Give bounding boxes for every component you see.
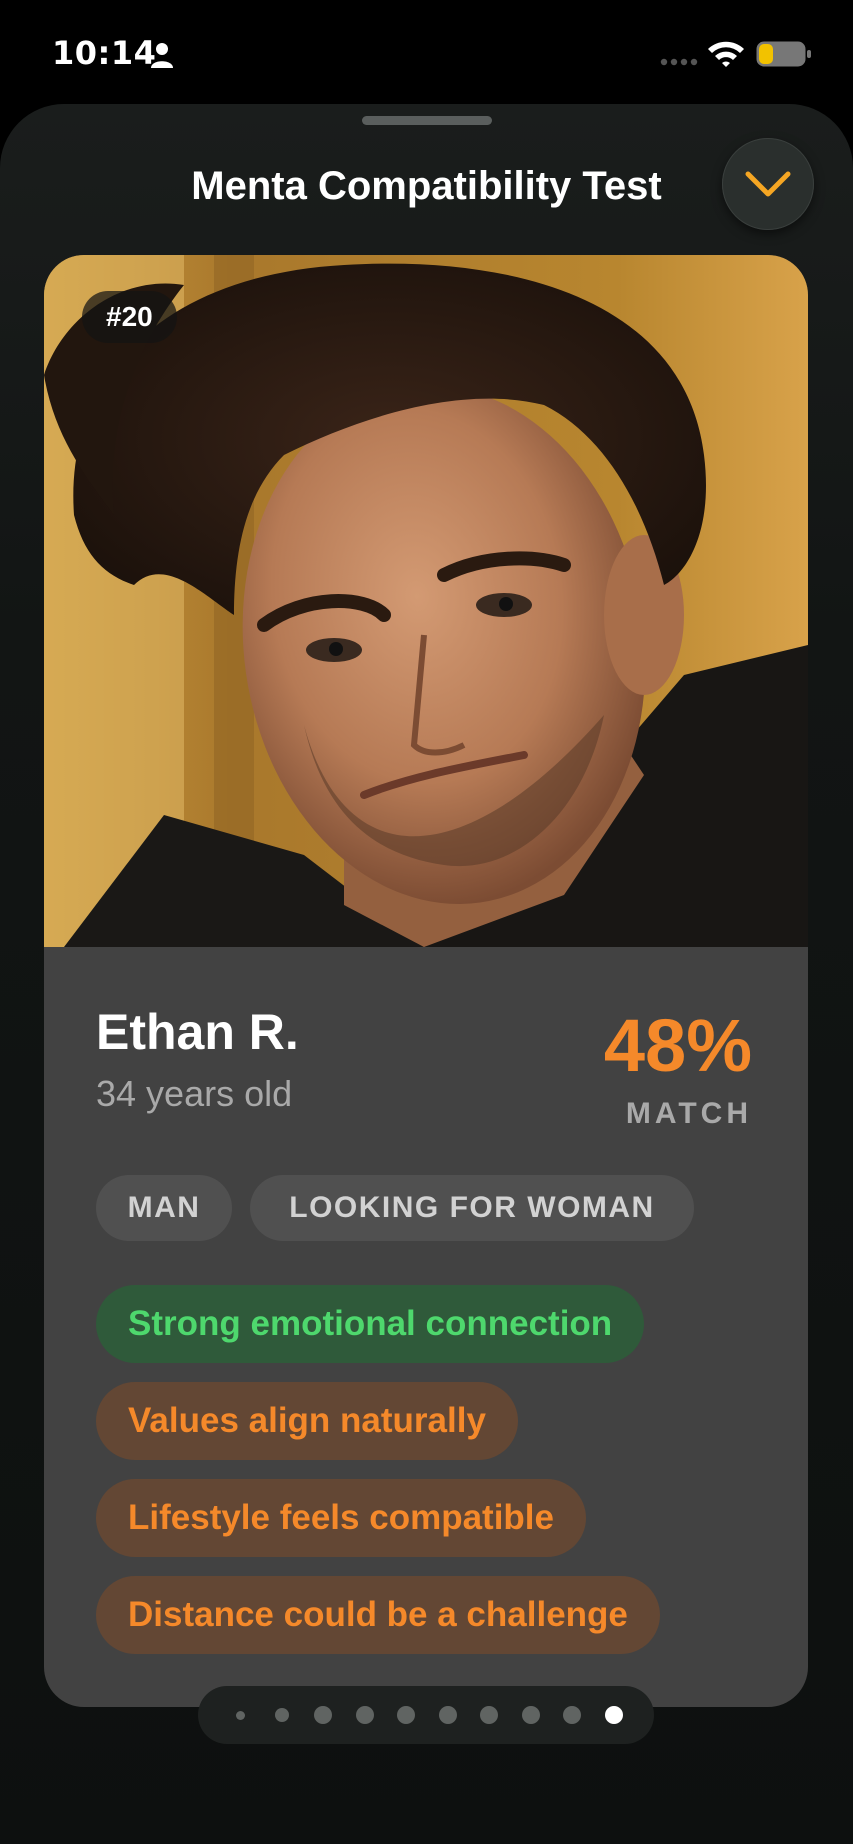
trait-pill: Values align naturally (96, 1382, 518, 1460)
gender-tag: MAN (96, 1175, 232, 1241)
page-dot[interactable] (274, 1708, 289, 1722)
page-dot[interactable] (563, 1706, 581, 1724)
match-label: MATCH (625, 1097, 752, 1130)
trait-pill: Strong emotional connection (96, 1285, 645, 1363)
page-dot[interactable] (480, 1706, 498, 1724)
page-dot[interactable] (397, 1706, 415, 1724)
battery-icon (756, 41, 811, 67)
rank-badge: #20 (82, 291, 177, 343)
profile-card[interactable]: #20 Ethan R. 34 years old 48% MATCH MAN … (44, 255, 808, 1707)
page-dot[interactable] (438, 1706, 457, 1724)
match-percentage: 48% (603, 1004, 752, 1087)
person-icon (151, 43, 173, 68)
page-dot[interactable] (235, 1710, 245, 1720)
sheet-grabber[interactable] (362, 116, 492, 125)
profile-age: 34 years old (96, 1073, 293, 1114)
profile-name: Ethan R. (96, 1004, 299, 1060)
trait-pill: Lifestyle feels compatible (96, 1479, 586, 1557)
cellular-signal-icon (660, 58, 698, 66)
page-dot[interactable] (355, 1706, 374, 1724)
page-indicator[interactable] (198, 1686, 654, 1744)
status-bar: 10:14 (0, 0, 853, 100)
page-dot[interactable] (604, 1706, 623, 1724)
chevron-down-icon (745, 171, 791, 197)
seeking-tag: LOOKING FOR WOMAN (250, 1175, 694, 1241)
trait-pill: Distance could be a challenge (96, 1576, 660, 1654)
profile-photo: #20 (44, 255, 808, 947)
screen: 10:14 Menta Compatibility Test #20 Ethan… (0, 0, 853, 1844)
page-dot[interactable] (314, 1706, 332, 1724)
status-time: 10:14 (52, 34, 157, 72)
wifi-icon (708, 41, 744, 67)
collapse-button[interactable] (722, 138, 814, 230)
page-dot[interactable] (521, 1706, 540, 1724)
